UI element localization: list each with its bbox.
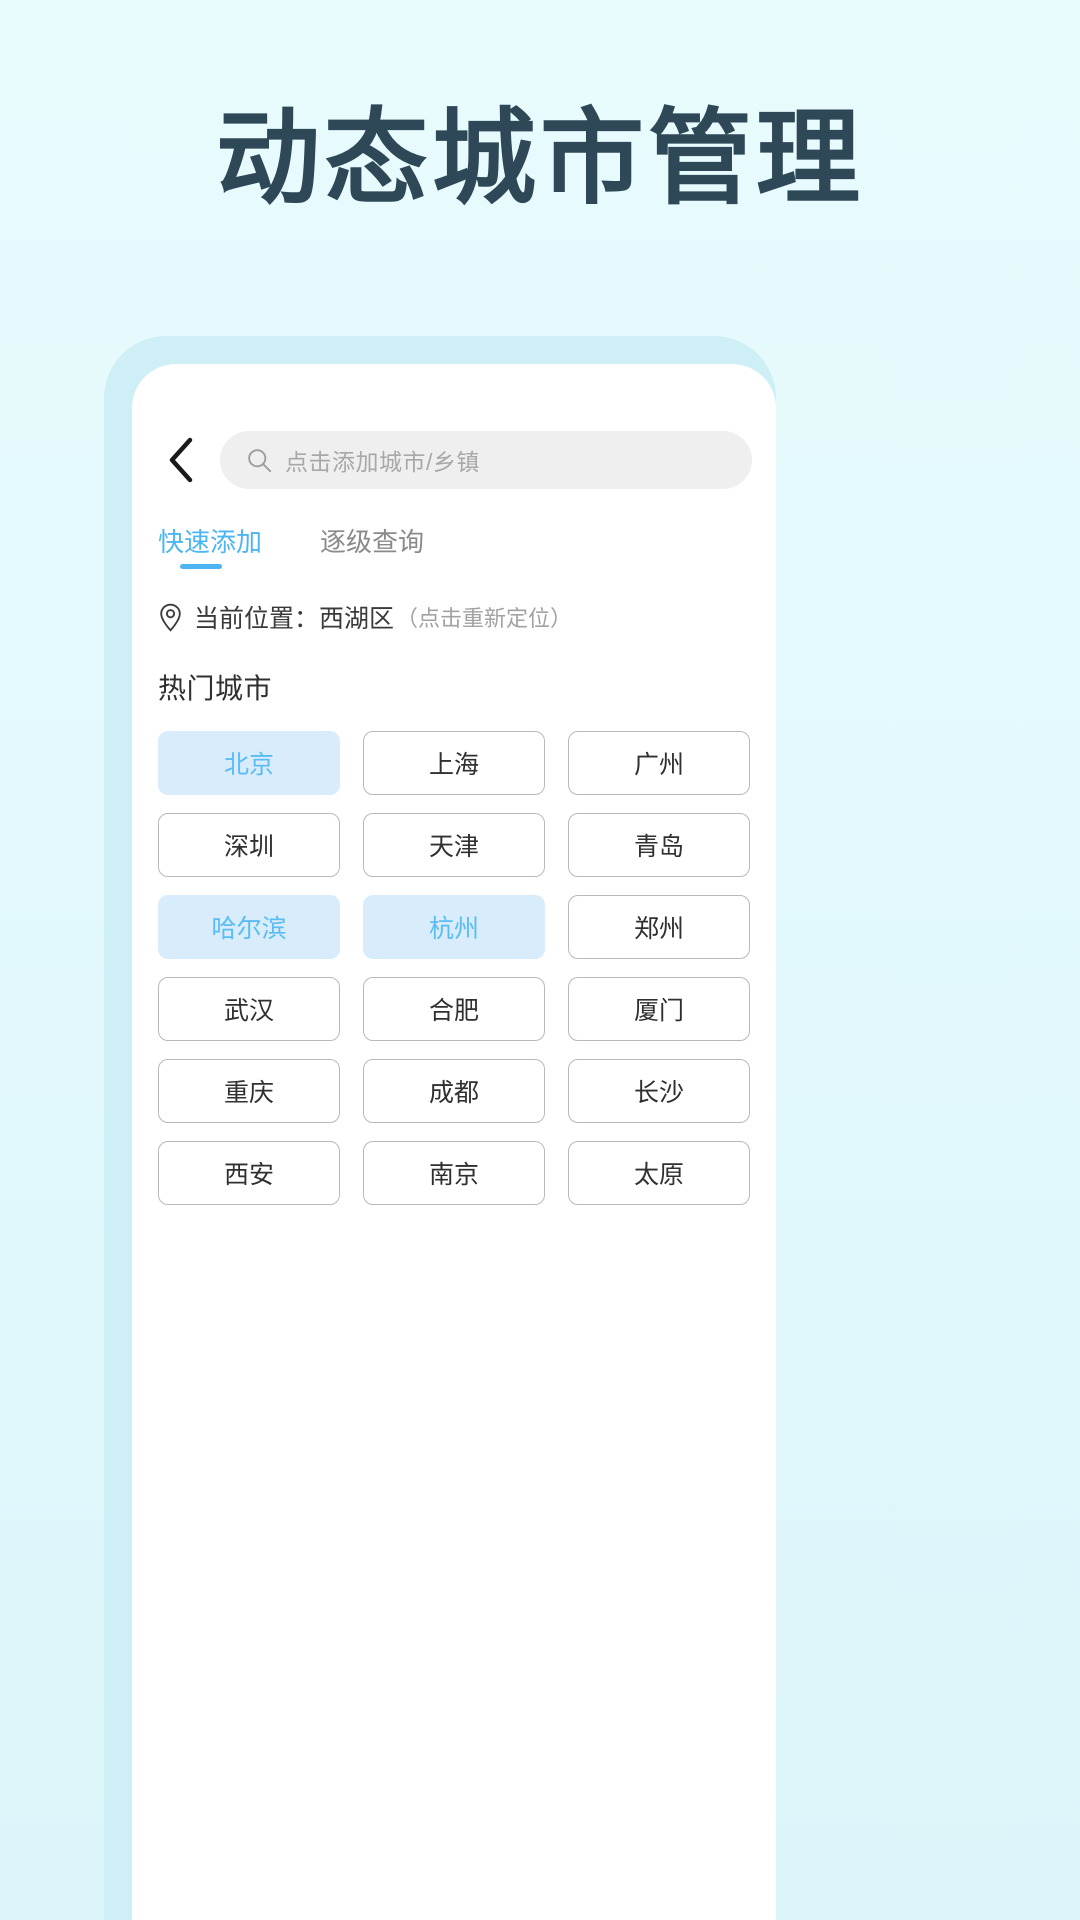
city-chip[interactable]: 郑州 — [568, 895, 750, 959]
city-chip[interactable]: 长沙 — [568, 1059, 750, 1123]
city-chip[interactable]: 武汉 — [158, 977, 340, 1041]
page-title: 动态城市管理 — [215, 100, 864, 217]
city-chip[interactable]: 成都 — [363, 1059, 545, 1123]
tab-quick-add[interactable]: 快速添加 — [158, 522, 262, 569]
city-chip[interactable]: 哈尔滨 — [158, 895, 340, 959]
city-chip-label: 上海 — [428, 751, 479, 779]
city-chip[interactable]: 南京 — [363, 1141, 545, 1205]
city-chip-label: 太原 — [633, 1161, 684, 1189]
top-bar: 点击添加城市/乡镇 — [132, 364, 776, 490]
current-location-label: 当前位置：西湖区 — [194, 605, 395, 633]
chevron-left-icon — [169, 437, 193, 483]
city-chip[interactable]: 广州 — [568, 731, 750, 795]
city-chip[interactable]: 深圳 — [158, 813, 340, 877]
city-chip[interactable]: 青岛 — [568, 813, 750, 877]
tab-step-query[interactable]: 逐级查询 — [320, 522, 424, 569]
tab-quick-add-label: 快速添加 — [158, 527, 263, 557]
back-button[interactable] — [150, 430, 212, 490]
city-chip[interactable]: 厦门 — [568, 977, 750, 1041]
search-input[interactable]: 点击添加城市/乡镇 — [220, 431, 752, 489]
hot-cities-section-title: 热门城市 — [158, 673, 273, 704]
city-chip-label: 南京 — [428, 1161, 479, 1189]
search-icon — [248, 448, 272, 472]
search-placeholder-text: 点击添加城市/乡镇 — [285, 449, 480, 475]
city-chip[interactable]: 西安 — [158, 1141, 340, 1205]
city-chip-label: 哈尔滨 — [211, 915, 287, 943]
city-chip-label: 青岛 — [633, 833, 684, 861]
phone-screen: 点击添加城市/乡镇 快速添加 逐级查询 当前位置：西湖区 （点击重新定位） 热门… — [132, 364, 776, 1920]
city-chip[interactable]: 重庆 — [158, 1059, 340, 1123]
city-chip[interactable]: 太原 — [568, 1141, 750, 1205]
city-chip-label: 合肥 — [428, 997, 479, 1025]
city-chip-label: 郑州 — [633, 915, 684, 943]
city-chip[interactable]: 北京 — [158, 731, 340, 795]
city-chip-label: 武汉 — [223, 997, 274, 1025]
tab-step-query-label: 逐级查询 — [320, 527, 425, 557]
map-pin-icon — [160, 603, 181, 632]
city-chip-label: 杭州 — [428, 915, 479, 943]
hot-cities-grid: 北京 上海 广州深圳 天津 青岛哈尔滨 杭州 郑州武汉 合肥 厦门重庆 成都 长沙西安 南京 太原 — [132, 731, 776, 1205]
city-chip-label: 重庆 — [223, 1079, 274, 1107]
city-chip-label: 广州 — [633, 751, 684, 779]
city-chip-label: 西安 — [223, 1161, 274, 1189]
city-chip[interactable]: 合肥 — [363, 977, 545, 1041]
city-chip[interactable]: 杭州 — [363, 895, 545, 959]
tab-bar: 快速添加 逐级查询 — [132, 522, 776, 569]
city-chip-label: 长沙 — [633, 1079, 684, 1107]
city-chip[interactable]: 天津 — [363, 813, 545, 877]
city-chip-label: 天津 — [428, 833, 479, 861]
current-location-row[interactable]: 当前位置：西湖区 （点击重新定位） — [132, 599, 776, 635]
city-chip-label: 北京 — [223, 751, 274, 779]
city-chip-label: 成都 — [428, 1079, 479, 1107]
city-chip-label: 厦门 — [633, 997, 684, 1025]
city-chip[interactable]: 上海 — [363, 731, 545, 795]
city-chip-label: 深圳 — [223, 833, 274, 861]
phone-mockup-frame: 点击添加城市/乡镇 快速添加 逐级查询 当前位置：西湖区 （点击重新定位） 热门… — [104, 336, 776, 1920]
relocate-hint: （点击重新定位） — [396, 606, 573, 631]
hero-banner: 动态城市管理 — [0, 0, 1080, 335]
